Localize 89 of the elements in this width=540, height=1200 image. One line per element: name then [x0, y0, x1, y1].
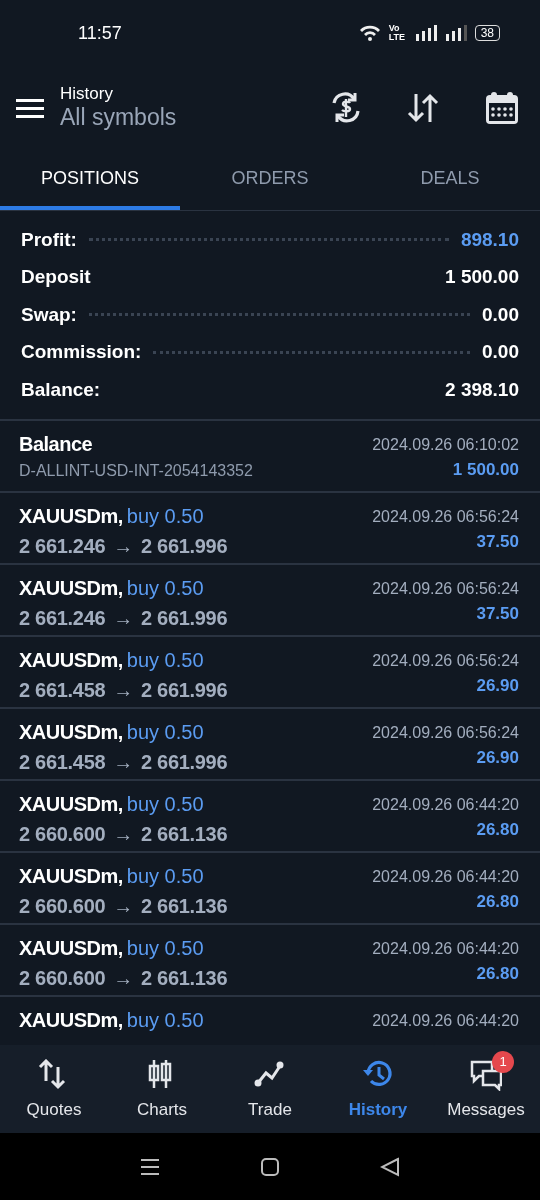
summary-label: Commission: [21, 340, 142, 364]
close-price: 2 661.136 [141, 821, 228, 847]
trade-volume: buy 0.50 [126, 1007, 204, 1033]
open-price: 2 661.458 [19, 749, 106, 775]
symbol-filter[interactable]: All symbols [60, 104, 328, 132]
deal-time: 2024.09.26 06:56:24 [372, 578, 519, 599]
arrow-sign: → [113, 821, 133, 847]
arrow-sign: → [113, 605, 133, 631]
symbol-name: XAUUSDm, [19, 935, 123, 961]
close-price: 2 661.996 [141, 533, 228, 559]
trade-volume: buy 0.50 [126, 863, 204, 889]
open-price: 2 660.600 [19, 965, 106, 991]
trade-volume: buy 0.50 [126, 935, 204, 961]
deal-time: 2024.09.26 06:44:20 [372, 1010, 519, 1031]
symbol-name: XAUUSDm, [19, 647, 123, 673]
tab[interactable]: DEALS [360, 150, 540, 210]
deal-time: 2024.09.26 06:44:20 [372, 938, 519, 959]
trade-volume: buy 0.50 [126, 503, 204, 529]
recents-icon[interactable] [140, 1157, 160, 1176]
back-icon[interactable] [380, 1156, 400, 1177]
open-price: 2 661.246 [19, 533, 106, 559]
deal-amount: 26.90 [476, 674, 519, 697]
deal-amount: 37.50 [476, 602, 519, 625]
deal-time: 2024.09.26 06:56:24 [372, 722, 519, 743]
open-price: 2 660.600 [19, 893, 106, 919]
close-price: 2 661.996 [141, 605, 228, 631]
arrow-sign: → [113, 893, 133, 919]
tab[interactable]: ORDERS [180, 150, 360, 210]
symbol-name: XAUUSDm, [19, 863, 123, 889]
close-price: 2 661.136 [141, 965, 228, 991]
battery-indicator: 38 [474, 25, 500, 41]
symbol-name: XAUUSDm, [19, 791, 123, 817]
arrow-sign: → [113, 533, 133, 559]
deal-time: 2024.09.26 06:44:20 [372, 794, 519, 815]
account-id: D-ALLINT-USD-INT-2054143352 [19, 460, 253, 481]
summary-label: Profit: [21, 227, 77, 252]
trade-volume: buy 0.50 [126, 575, 204, 601]
deal-amount: 26.80 [476, 962, 519, 985]
symbol-name: XAUUSDm, [19, 719, 123, 745]
deal-amount: 37.50 [476, 530, 519, 553]
symbol-name: XAUUSDm, [19, 1007, 123, 1033]
open-price: 2 660.600 [19, 821, 106, 847]
summary-value: 0.00 [482, 302, 519, 327]
calendar-icon[interactable] [484, 90, 520, 126]
summary-label: Balance: [21, 377, 101, 402]
summary-label: Swap: [21, 302, 77, 327]
arrow-sign: → [113, 965, 133, 991]
nav-tab[interactable]: Messages 1 [432, 1045, 540, 1133]
wifi-icon [358, 24, 381, 42]
open-price: 2 661.246 [19, 605, 106, 631]
nav-tab[interactable]: Quotes [0, 1045, 108, 1133]
summary-value: 2 398.10 [445, 377, 519, 402]
tab[interactable]: POSITIONS [0, 150, 180, 210]
summary-label: Deposit [21, 265, 91, 289]
trade-volume: buy 0.50 [126, 791, 204, 817]
nav-tab[interactable]: Trade [216, 1045, 324, 1133]
close-price: 2 661.996 [141, 677, 228, 703]
signal-icon [414, 25, 437, 41]
deal-amount: 26.90 [476, 746, 519, 769]
notification-count: 1 [492, 1051, 514, 1073]
open-price: 2 661.458 [19, 677, 106, 703]
close-price: 2 661.996 [141, 749, 228, 775]
close-price: 2 661.136 [141, 893, 228, 919]
deal-time: 2024.09.26 06:10:02 [372, 434, 519, 455]
menu-icon[interactable] [16, 97, 44, 119]
status-time: 11:57 [78, 21, 122, 45]
summary-value: 898.10 [460, 227, 519, 252]
arrow-sign: → [113, 749, 133, 775]
operation-title: Balance [19, 431, 94, 457]
network-label: Vo LTE [388, 24, 406, 42]
deal-time: 2024.09.26 06:56:24 [372, 650, 519, 671]
signal-icon [444, 25, 467, 41]
symbol-name: XAUUSDm, [19, 503, 123, 529]
deal-amount: 26.80 [476, 818, 519, 841]
trade-volume: buy 0.50 [126, 647, 204, 673]
summary-value: 1 500.00 [445, 265, 519, 289]
header-title: History [60, 84, 114, 105]
symbol-name: XAUUSDm, [19, 575, 123, 601]
deal-time: 2024.09.26 06:44:20 [372, 866, 519, 887]
nav-tab[interactable]: Charts [108, 1045, 216, 1133]
trade-volume: buy 0.50 [126, 719, 204, 745]
summary-value: 0.00 [482, 340, 519, 364]
deal-amount: 1 500.00 [452, 458, 519, 481]
deal-amount: 26.80 [476, 890, 519, 913]
chat-bubbles-icon [470, 1059, 502, 1091]
nav-tab[interactable]: History [324, 1045, 432, 1133]
home-icon[interactable] [260, 1156, 280, 1177]
arrow-sign: → [113, 677, 133, 703]
deal-time: 2024.09.26 06:56:24 [372, 506, 519, 527]
